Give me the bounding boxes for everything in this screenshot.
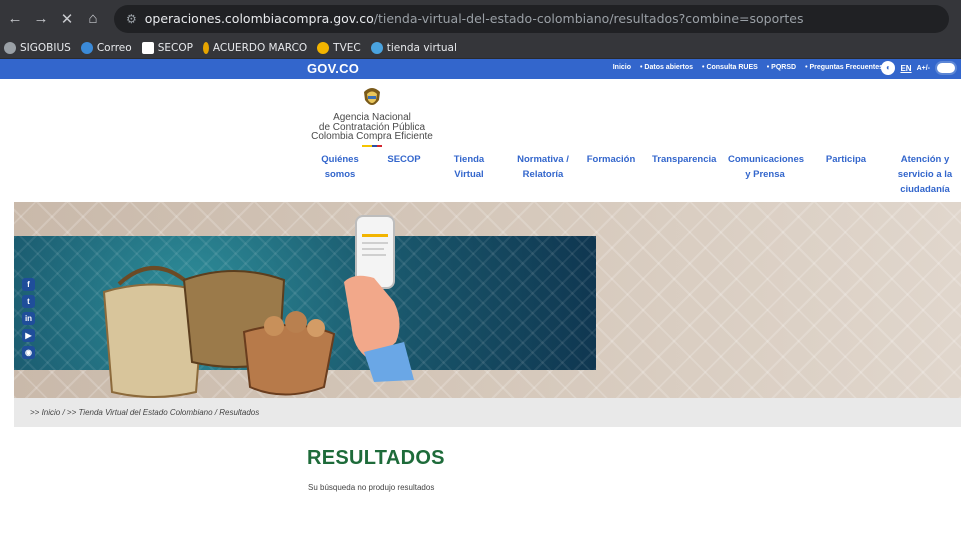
bookmark-sigobius[interactable]: SIGOBIUS	[4, 41, 71, 54]
forward-icon[interactable]: →	[30, 10, 52, 27]
govco-logo[interactable]: GOV.CO	[307, 61, 359, 76]
site-header: Agencia Nacional de Contratación Pública…	[0, 79, 961, 202]
nav-quienes-somos[interactable]: Quiénes somos	[307, 152, 373, 182]
browser-toolbar: ← → ✕ ⌂ ⚙ operaciones.colombiacompra.gov…	[0, 0, 961, 37]
address-bar[interactable]: ⚙ operaciones.colombiacompra.gov.co/tien…	[114, 4, 949, 33]
phone-hand-illustration	[344, 215, 414, 382]
nav-label: Transparencia	[652, 154, 717, 165]
page-title: RESULTADOS	[307, 447, 445, 469]
bookmark-label: TVEC	[333, 41, 361, 54]
nav-normativa[interactable]: Normativa / Relatoría	[516, 152, 570, 182]
govco-link-pqrsd[interactable]: • PQRSD	[767, 64, 796, 71]
govco-links: Inicio • Datos abiertos • Consulta RUES …	[613, 64, 883, 71]
bookmark-label: Correo	[96, 41, 132, 54]
url-host: operaciones.colombiacompra.gov.co	[144, 11, 374, 26]
govco-bar: GOV.CO Inicio • Datos abiertos • Consult…	[0, 59, 961, 79]
nav-label-3: ciudadanía	[900, 184, 950, 195]
close-icon[interactable]: ✕	[56, 10, 78, 28]
twitter-icon[interactable]: t	[22, 295, 35, 308]
flag-divider	[362, 145, 382, 147]
agency-name[interactable]: Agencia Nacional de Contratación Pública…	[306, 113, 438, 142]
bookmark-acuerdo-marco[interactable]: ACUERDO MARCO	[202, 41, 308, 54]
facebook-icon[interactable]: f	[22, 278, 35, 291]
nav-label: Comunicaciones	[728, 154, 805, 165]
bookmark-tvec[interactable]: TVEC	[317, 41, 361, 54]
coat-of-arms-icon	[364, 88, 380, 105]
govco-link-preguntas[interactable]: • Preguntas Frecuentes	[805, 64, 883, 71]
bookmark-icon	[202, 41, 209, 54]
bookmark-label: tienda virtual	[386, 41, 457, 54]
main-nav: Quiénes somos SECOP Tienda Virtual Norma…	[0, 152, 961, 202]
nav-participa[interactable]: Participa	[824, 152, 868, 167]
text-size-control[interactable]: A+/-	[917, 65, 930, 72]
youtube-icon[interactable]: ▶	[22, 329, 35, 342]
nav-label: Participa	[825, 154, 867, 165]
contrast-toggle[interactable]	[935, 61, 957, 75]
bookmark-icon	[317, 41, 330, 54]
nav-formacion[interactable]: Formación	[586, 152, 636, 167]
back-icon[interactable]: ←	[4, 10, 26, 27]
breadcrumb: >> Inicio / >> Tienda Virtual del Estado…	[14, 398, 961, 427]
nav-label: Atención y	[900, 154, 950, 165]
bookmark-icon	[4, 41, 16, 54]
accessibility-icon[interactable]: ◐	[881, 61, 896, 75]
nav-atencion[interactable]: Atención y servicio a la ciudadanía	[896, 152, 954, 197]
nav-secop[interactable]: SECOP	[386, 152, 422, 167]
home-icon[interactable]: ⌂	[82, 10, 104, 27]
nav-label-2: y Prensa	[745, 169, 785, 180]
bookmark-secop[interactable]: SECOP	[141, 41, 193, 54]
social-links: f t in ▶ ◉	[22, 278, 35, 359]
site-info-icon[interactable]: ⚙	[126, 12, 137, 26]
nav-comunicaciones[interactable]: Comunicaciones y Prensa	[728, 152, 805, 182]
bookmark-label: SIGOBIUS	[20, 41, 71, 54]
bookmark-label: ACUERDO MARCO	[212, 41, 308, 54]
govco-link-consulta-rues[interactable]: • Consulta RUES	[702, 64, 758, 71]
rss-icon[interactable]: ◉	[22, 346, 35, 359]
bookmark-icon	[141, 41, 154, 54]
bookmark-icon	[80, 41, 93, 54]
breadcrumb-text[interactable]: >> Inicio / >> Tienda Virtual del Estado…	[30, 408, 259, 417]
bookmark-label: SECOP	[157, 41, 193, 54]
nav-label-2: Relatoría	[522, 169, 564, 180]
govco-link-inicio[interactable]: Inicio	[613, 64, 631, 71]
bookmark-tienda-virtual[interactable]: tienda virtual	[370, 41, 457, 54]
url-path: /tienda-virtual-del-estado-colombiano/re…	[373, 11, 804, 26]
bookmark-icon	[370, 41, 383, 54]
nav-tienda-virtual[interactable]: Tienda Virtual	[439, 152, 499, 182]
hero-banner	[14, 202, 961, 398]
nav-label: Formación	[586, 154, 636, 165]
language-toggle[interactable]: EN	[900, 64, 911, 73]
nav-label: Tienda Virtual	[453, 154, 485, 180]
linkedin-icon[interactable]: in	[22, 312, 35, 325]
nav-label: Quiénes somos	[321, 154, 359, 180]
empty-results-message: Su búsqueda no produjo resultados	[308, 483, 435, 492]
agency-line-3: Colombia Compra Eficiente	[311, 131, 433, 142]
bookmark-correo[interactable]: Correo	[80, 41, 132, 54]
govco-tools: ◐ EN A+/-	[881, 61, 957, 75]
nav-label: SECOP	[387, 154, 421, 165]
nav-transparencia[interactable]: Transparencia	[652, 152, 716, 167]
govco-link-datos-abiertos[interactable]: • Datos abiertos	[640, 64, 693, 71]
govco-logo-text: GOV.CO	[307, 61, 360, 76]
nav-label-2: servicio a la	[897, 169, 953, 180]
nav-label: Normativa /	[517, 154, 569, 165]
bookmarks-bar: SIGOBIUS Correo SECOP ACUERDO MARCO TVEC…	[0, 37, 961, 59]
